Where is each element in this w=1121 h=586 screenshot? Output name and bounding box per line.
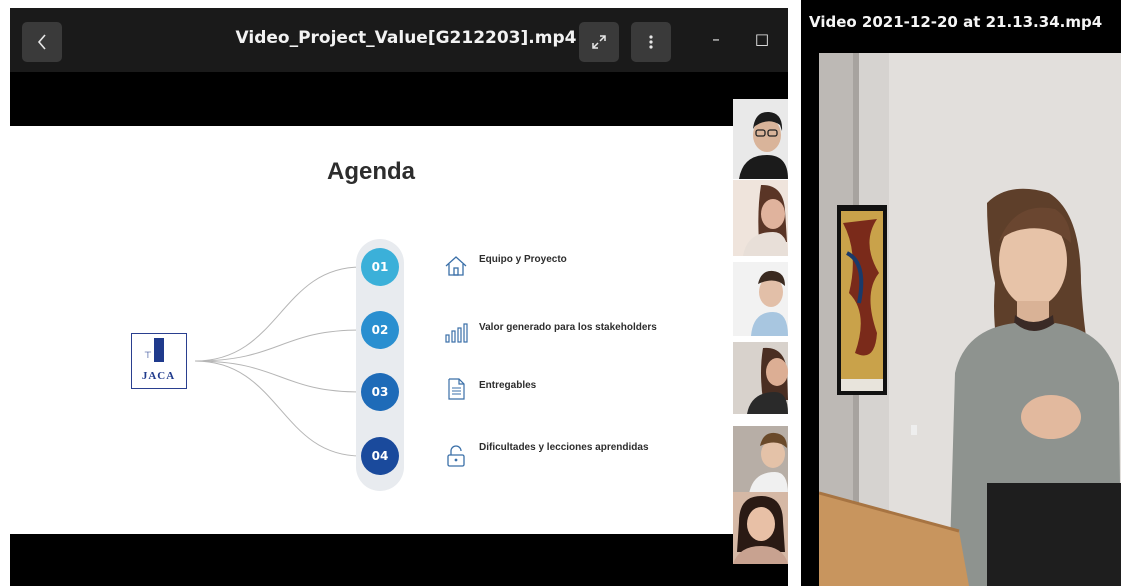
participant-thumbnail[interactable] (733, 99, 788, 179)
logo-text: JACA (141, 370, 176, 382)
document-icon (448, 378, 465, 400)
presentation-slide: Agenda ⊤ JACA 01 02 03 04 Equipo y Proye… (10, 126, 788, 534)
agenda-item-label: Dificultades y lecciones aprendidas (479, 442, 649, 453)
agenda-item-label: Valor generado para los stakeholders (479, 322, 657, 333)
minimize-button[interactable]: – (706, 30, 726, 48)
agenda-item-label: Entregables (479, 380, 537, 391)
menu-button[interactable] (631, 22, 671, 62)
logo-mark-small: ⊤ (144, 350, 152, 360)
kebab-menu-icon (649, 35, 653, 49)
maximize-button[interactable]: □ (752, 30, 772, 48)
video-window-left: Video_Project_Value[G212203].mp4 – □ Age… (10, 8, 788, 586)
expand-icon (592, 35, 606, 49)
video-frame[interactable] (819, 53, 1121, 586)
window-title: Video_Project_Value[G212203].mp4 (235, 28, 577, 48)
video-window-right: Video 2021-12-20 at 21.13.34.mp4 (801, 0, 1121, 586)
jaca-logo: ⊤ JACA (131, 333, 187, 389)
house-icon (445, 256, 467, 276)
bar-chart-icon (445, 323, 468, 343)
window-title: Video 2021-12-20 at 21.13.34.mp4 (809, 13, 1103, 31)
padlock-icon (447, 445, 465, 467)
agenda-item-label: Equipo y Proyecto (479, 254, 567, 265)
agenda-number-03: 03 (361, 373, 399, 411)
participant-thumbnail[interactable] (733, 426, 788, 494)
logo-mark (154, 338, 164, 362)
titlebar: Video_Project_Value[G212203].mp4 – □ (10, 8, 788, 72)
agenda-number-02: 02 (361, 311, 399, 349)
fullscreen-button[interactable] (579, 22, 619, 62)
chevron-left-icon (37, 34, 46, 50)
participant-thumbnail[interactable] (733, 492, 788, 564)
agenda-number-04: 04 (361, 437, 399, 475)
agenda-number-01: 01 (361, 248, 399, 286)
participant-thumbnail[interactable] (733, 180, 788, 256)
participant-thumbnail[interactable] (733, 342, 788, 414)
back-button[interactable] (22, 22, 62, 62)
participant-thumbnail[interactable] (733, 262, 788, 336)
